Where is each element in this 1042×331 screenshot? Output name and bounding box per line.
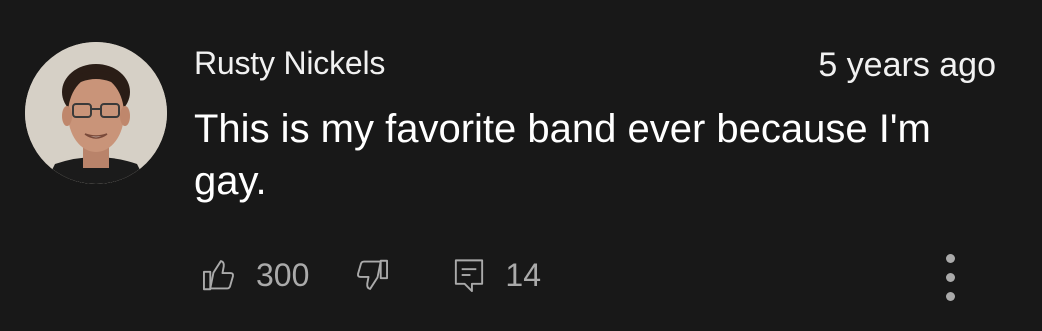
thumbs-up-icon — [200, 256, 238, 294]
comment-card: Rusty Nickels 5 years ago This is my fav… — [0, 0, 1042, 331]
comment-actions: 300 14 — [200, 255, 541, 295]
like-button[interactable]: 300 — [200, 255, 309, 295]
author-name[interactable]: Rusty Nickels — [194, 43, 385, 83]
reply-button[interactable]: 14 — [451, 255, 541, 295]
dislike-button[interactable] — [353, 256, 391, 294]
like-count: 300 — [256, 257, 310, 293]
thumbs-down-icon — [353, 256, 391, 294]
more-options-button[interactable] — [930, 250, 970, 304]
avatar-image — [25, 42, 167, 184]
more-vertical-icon — [945, 253, 955, 263]
reply-count: 14 — [505, 257, 541, 293]
reply-comment-icon — [451, 256, 487, 294]
avatar[interactable] — [25, 42, 167, 184]
comment-text: This is my favorite band ever because I'… — [194, 107, 931, 203]
comment-timestamp[interactable]: 5 years ago — [818, 45, 996, 85]
